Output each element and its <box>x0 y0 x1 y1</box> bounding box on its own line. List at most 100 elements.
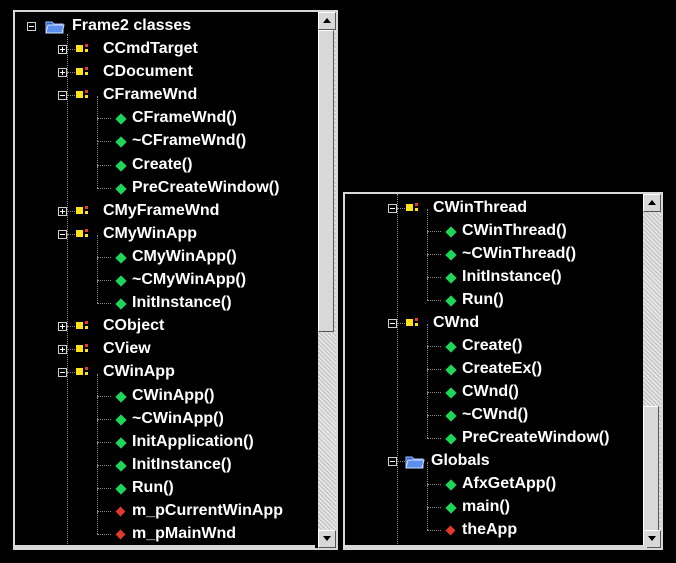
class-icon <box>76 344 92 356</box>
method-icon <box>445 295 457 307</box>
method-icon <box>115 413 127 426</box>
tree-item-initapplication[interactable]: InitApplication() <box>15 419 315 454</box>
tree-item-main[interactable]: main() <box>345 485 643 519</box>
scroll-up-button[interactable] <box>643 194 661 212</box>
collapse-toggle-icon[interactable] <box>388 319 397 328</box>
tree-item-cwnd[interactable]: ~CWnd() <box>345 393 643 427</box>
collapse-toggle-icon[interactable] <box>27 22 36 31</box>
folder-icon <box>405 456 425 469</box>
tree-guide-line <box>97 281 98 304</box>
tree-item-theapp[interactable]: theApp <box>345 508 643 542</box>
tree-item-afxgetapp[interactable]: AfxGetApp() <box>345 462 643 496</box>
tree-connector <box>97 487 111 489</box>
tree-connector <box>97 303 111 305</box>
vertical-scrollbar-right[interactable] <box>643 194 661 548</box>
tree-connector <box>427 392 441 393</box>
expand-toggle-icon[interactable] <box>58 345 67 355</box>
horizontal-scrollbar-edge[interactable] <box>15 545 315 548</box>
method-icon <box>115 298 127 310</box>
tree-item-globals[interactable]: Globals <box>345 450 643 473</box>
tree-item-cobject[interactable]: CObject <box>15 315 315 338</box>
tree-item-run[interactable]: Run() <box>15 465 315 500</box>
scroll-thumb[interactable] <box>318 30 334 332</box>
tree-item-cframewnd[interactable]: CFrameWnd() <box>15 96 315 130</box>
collapse-toggle-icon[interactable] <box>58 229 67 239</box>
tree-item-cwinapp[interactable]: CWinApp <box>15 361 315 384</box>
tree-guide-line <box>427 232 428 254</box>
tree-item-cwinthread[interactable]: CWinThread() <box>345 209 643 243</box>
tree-root-frame2-classes[interactable]: Frame2 classes <box>15 15 315 38</box>
expand-toggle-icon[interactable] <box>58 45 67 54</box>
method-icon <box>445 272 457 284</box>
tree-item-initinstance[interactable]: InitInstance() <box>345 255 643 289</box>
method-icon <box>445 479 457 491</box>
tree-item-cmywinapp[interactable]: CMyWinApp() <box>15 234 315 269</box>
tree-item-run[interactable]: Run() <box>345 278 643 312</box>
tree-connector <box>97 280 111 281</box>
collapse-toggle-icon[interactable] <box>58 368 67 378</box>
tree-item-createex[interactable]: CreateEx() <box>345 347 643 381</box>
tree-item-cmyframewnd[interactable]: CMyFrameWnd <box>15 200 315 223</box>
tree-guide-line <box>97 258 98 280</box>
method-icon <box>115 136 127 149</box>
tree-item-cwnd[interactable]: CWnd() <box>345 370 643 404</box>
tree-item-cmywinapp[interactable]: CMyWinApp <box>15 223 315 246</box>
collapse-toggle-icon[interactable] <box>388 204 397 213</box>
class-tree-left: Frame2 classes CCmdTarget CDocument CFrame… <box>15 12 318 548</box>
tree-item-initinstance[interactable]: InitInstance() <box>15 442 315 477</box>
tree-item-label: CWinThread() <box>462 222 567 239</box>
method-icon <box>445 502 457 514</box>
method-icon <box>115 460 127 472</box>
tree-connector <box>97 118 111 120</box>
tree-item-cwnd[interactable]: CWnd <box>345 312 643 335</box>
tree-item-m-pcurrentwinapp[interactable]: m_pCurrentWinApp <box>15 489 315 523</box>
tree-item-precreatewindow[interactable]: PreCreateWindow() <box>345 416 643 450</box>
tree-item-cframewnd[interactable]: ~CFrameWnd() <box>15 119 315 153</box>
member-variable-icon <box>115 529 126 540</box>
tree-item-ccmdtarget[interactable]: CCmdTarget <box>15 38 315 61</box>
folder-icon <box>45 21 65 34</box>
tree-item-cwinapp[interactable]: CWinApp() <box>15 373 315 408</box>
tree-item-m-pmainwnd[interactable]: m_pMainWnd <box>15 512 315 546</box>
tree-item-cmywinapp[interactable]: ~CMyWinApp() <box>15 258 315 292</box>
method-icon <box>115 483 127 495</box>
tree-guide-line <box>97 419 98 442</box>
tree-connector <box>427 484 441 485</box>
scroll-up-button[interactable] <box>318 12 336 30</box>
tree-guide-line <box>427 370 428 392</box>
tree-item-label: PreCreateWindow() <box>132 178 280 196</box>
tree-connector <box>427 277 441 278</box>
tree-item-label: CreateEx() <box>462 360 543 377</box>
tree-item-initinstance[interactable]: InitInstance() <box>15 281 315 315</box>
tree-item-label: AfxGetApp() <box>462 475 557 492</box>
expand-toggle-icon[interactable] <box>58 68 67 78</box>
scroll-down-button[interactable] <box>318 530 336 548</box>
expand-toggle-icon[interactable] <box>58 322 67 332</box>
tree-item-cwinapp[interactable]: ~CWinApp() <box>15 396 315 431</box>
tree-item-create[interactable]: Create() <box>345 324 643 358</box>
class-icon <box>76 321 92 333</box>
tree-item-label: m_pMainWnd <box>132 525 236 543</box>
tree-item-label: CDocument <box>103 63 193 81</box>
tree-item-cframewnd[interactable]: CFrameWnd <box>15 84 315 107</box>
expand-toggle-icon[interactable] <box>58 206 67 216</box>
collapse-toggle-icon[interactable] <box>58 91 67 101</box>
tree-root-label: Frame2 classes <box>72 17 192 34</box>
tree-item-precreatewindow[interactable]: PreCreateWindow() <box>15 165 315 200</box>
tree-item-label: theApp <box>462 521 518 538</box>
tree-guide-line <box>97 119 98 142</box>
tree-item-cdocument[interactable]: CDocument <box>15 61 315 84</box>
tree-item-label: CFrameWnd <box>103 86 198 104</box>
tree-item-create[interactable]: Create() <box>15 142 315 177</box>
tree-item-cwinthread[interactable]: ~CWinThread() <box>345 232 643 266</box>
horizontal-scrollbar-edge[interactable] <box>345 545 647 548</box>
collapse-toggle-icon[interactable] <box>388 457 397 466</box>
vertical-scrollbar-left[interactable] <box>318 12 336 548</box>
tree-connector <box>97 395 111 397</box>
tree-guide-line <box>97 442 98 465</box>
class-view-panel-left: Frame2 classes CCmdTarget CDocument CFrame… <box>13 10 338 550</box>
tree-item-cwinthread[interactable]: CWinThread <box>345 197 643 220</box>
tree-item-cview[interactable]: CView <box>15 338 315 361</box>
class-icon <box>406 318 422 330</box>
scroll-thumb[interactable] <box>643 406 659 534</box>
